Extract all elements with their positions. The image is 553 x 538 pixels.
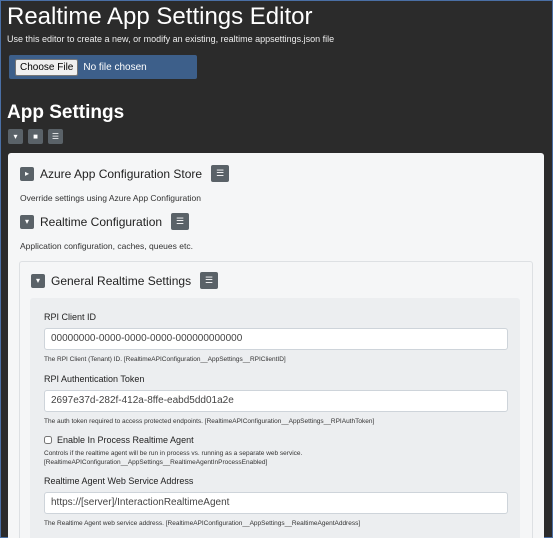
auth-token-field[interactable]: 2697e37d-282f-412a-8ffe-eabd5dd01a2e [44,390,508,412]
expand-icon[interactable]: ▾ [8,129,23,144]
azure-description: Override settings using Azure App Config… [20,193,201,203]
azure-section-title: Azure App Configuration Store [40,166,203,181]
collapse-icon[interactable]: ▾ [20,214,34,229]
general-list-icon[interactable]: ☰ [200,272,219,289]
inprocess-checkbox-row[interactable]: Enable In Process Realtime Agent [44,435,194,445]
page-description: Use this editor to create a new, or modi… [7,34,335,44]
general-settings-fields: RPI Client ID 00000000-0000-0000-0000-00… [30,298,520,538]
inprocess-label: Enable In Process Realtime Agent [57,435,194,445]
realtime-section-title: Realtime Configuration [40,214,163,229]
general-settings-panel: ▾ General Realtime Settings ☰ RPI Client… [19,261,533,538]
file-status: No file chosen [83,61,147,73]
page-title: Realtime App Settings Editor [7,3,313,30]
general-section-title: General Realtime Settings [51,273,192,288]
choose-file-button[interactable]: Choose File [15,58,79,76]
collapse-icon[interactable]: ▾ [31,273,45,288]
auth-token-help: The auth token required to access protec… [44,418,375,425]
realtime-section-header: ▾ Realtime Configuration ☰ [20,213,190,230]
expand-right-icon[interactable]: ▸ [20,166,34,181]
settings-panel: ▸ Azure App Configuration Store ☰ Overri… [8,153,544,538]
file-picker[interactable]: Choose File No file chosen [9,55,197,79]
save-icon[interactable]: ■ [28,129,43,144]
general-section-header: ▾ General Realtime Settings ☰ [31,272,219,289]
auth-token-label: RPI Authentication Token [44,374,145,384]
azure-section-header: ▸ Azure App Configuration Store ☰ [20,165,230,182]
agent-address-help: The Realtime Agent web service address. … [44,520,361,527]
list-icon[interactable]: ☰ [48,129,63,144]
client-id-help: The RPI Client (Tenant) ID. [RealtimeAPI… [44,356,286,363]
azure-list-icon[interactable]: ☰ [211,165,230,182]
agent-address-label: Realtime Agent Web Service Address [44,476,194,486]
client-id-label: RPI Client ID [44,312,97,322]
inprocess-help: Controls if the realtime agent will be r… [44,450,303,466]
app-settings-title: App Settings [7,102,125,123]
app-settings-toolbar: ▾ ■ ☰ [8,129,63,144]
realtime-description: Application configuration, caches, queue… [20,241,193,251]
realtime-list-icon[interactable]: ☰ [171,213,190,230]
client-id-field[interactable]: 00000000-0000-0000-0000-000000000000 [44,328,508,350]
inprocess-checkbox[interactable] [44,436,52,444]
agent-address-field[interactable]: https://[server]/InteractionRealtimeAgen… [44,492,508,514]
